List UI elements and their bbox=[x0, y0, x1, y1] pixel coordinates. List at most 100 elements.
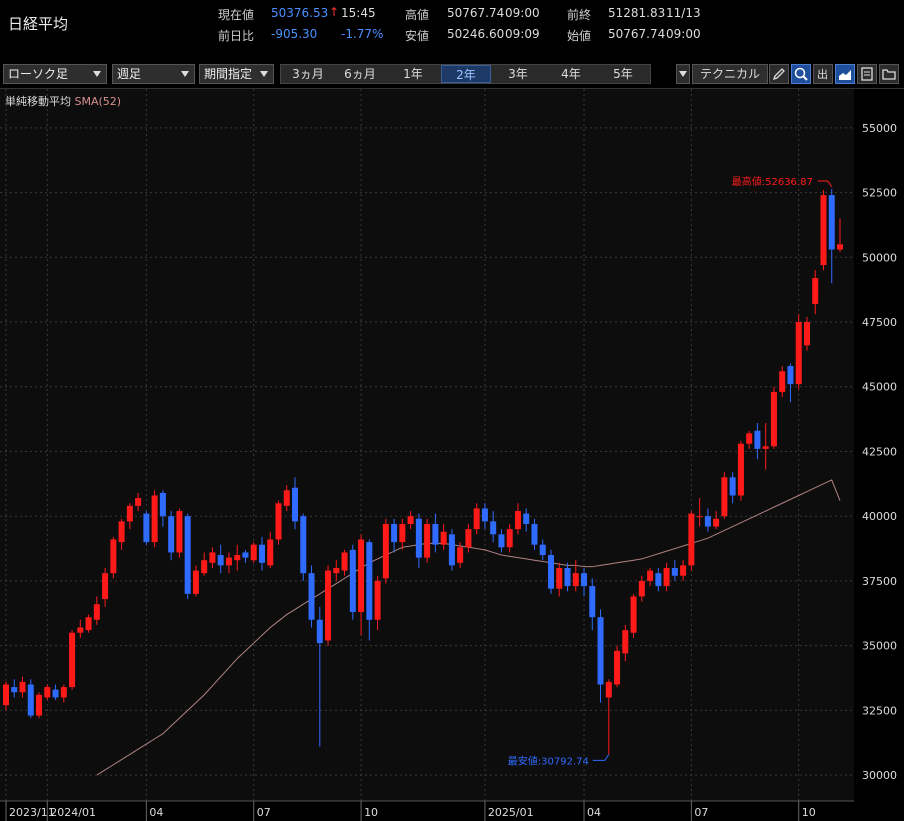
output-button[interactable]: 出 bbox=[813, 64, 833, 84]
candle bbox=[770, 386, 777, 449]
candle-body bbox=[11, 687, 18, 693]
chevron-down-icon bbox=[260, 71, 268, 77]
candle-body bbox=[217, 555, 224, 566]
y-tick-label: 42500 bbox=[862, 445, 897, 458]
candle-body bbox=[770, 391, 777, 447]
candle-body bbox=[762, 446, 769, 449]
period-2y[interactable]: 2年 bbox=[441, 65, 491, 83]
change-label: 前日比 bbox=[218, 29, 255, 43]
candle-body bbox=[696, 516, 703, 518]
area-chart-button[interactable] bbox=[835, 64, 855, 84]
candle-body bbox=[143, 513, 150, 543]
y-tick-label: 47500 bbox=[862, 316, 897, 329]
candle-body bbox=[151, 495, 158, 543]
candle-body bbox=[69, 632, 76, 688]
x-tick-label: 2025/01 bbox=[488, 806, 534, 819]
candle-body bbox=[647, 570, 654, 581]
y-tick-label: 30000 bbox=[862, 769, 897, 782]
candle-body bbox=[349, 549, 356, 612]
open-value: 50767.74 bbox=[608, 27, 666, 41]
period-4y[interactable]: 4年 bbox=[547, 65, 595, 83]
y-tick-label: 55000 bbox=[862, 122, 897, 135]
zoom-icon bbox=[794, 67, 808, 81]
indicator-sma: SMA(52) bbox=[74, 95, 122, 108]
candle-body bbox=[787, 366, 794, 385]
y-tick-label: 45000 bbox=[862, 381, 897, 394]
candle bbox=[820, 189, 827, 271]
area-chart-icon bbox=[839, 70, 851, 80]
candle-body bbox=[481, 508, 488, 522]
candle bbox=[795, 314, 802, 390]
period-6m[interactable]: 6ヵ月 bbox=[336, 65, 384, 83]
y-tick-label: 50000 bbox=[862, 251, 897, 264]
period-3y[interactable]: 3年 bbox=[494, 65, 542, 83]
output-icon: 出 bbox=[817, 67, 828, 81]
technical-button[interactable]: テクニカル bbox=[692, 64, 768, 84]
candle-body bbox=[556, 567, 563, 589]
candle-body bbox=[671, 567, 678, 576]
period-5y[interactable]: 5年 bbox=[599, 65, 647, 83]
candle-body bbox=[407, 516, 414, 524]
candle-body bbox=[225, 557, 232, 566]
candle-body bbox=[754, 430, 761, 449]
candle bbox=[424, 518, 431, 563]
chart-type-select[interactable]: ローソク足 bbox=[3, 64, 107, 84]
period-3m[interactable]: 3ヵ月 bbox=[284, 65, 332, 83]
candle-body bbox=[713, 518, 720, 527]
low-time: 09:09 bbox=[505, 27, 540, 41]
pencil-button[interactable] bbox=[769, 64, 789, 84]
x-axis: 2023/112024/01 04 07 10 2025/01 04 07 10 bbox=[0, 800, 854, 821]
candle-body bbox=[242, 552, 249, 558]
candle-body bbox=[614, 650, 621, 685]
candle bbox=[300, 513, 307, 581]
candle bbox=[308, 565, 315, 628]
candle bbox=[250, 542, 257, 563]
period-1y[interactable]: 1年 bbox=[389, 65, 437, 83]
svg-text:出: 出 bbox=[817, 67, 828, 81]
current-time: 15:45 bbox=[341, 6, 376, 20]
x-tick-label: 10 bbox=[802, 806, 816, 819]
x-tick-label: 2023/11 bbox=[9, 806, 55, 819]
candle bbox=[382, 518, 389, 584]
chart-type-value: ローソク足 bbox=[8, 67, 69, 81]
open-time: 09:00 bbox=[666, 27, 701, 41]
current-label: 現在値 bbox=[218, 8, 255, 22]
candle-body bbox=[597, 617, 604, 685]
candle bbox=[27, 679, 34, 719]
candle-body bbox=[102, 573, 109, 600]
candle-body bbox=[795, 322, 802, 385]
candle-body bbox=[539, 544, 546, 556]
prev-close-date: 11/13 bbox=[666, 6, 701, 20]
candle-body bbox=[135, 498, 142, 506]
candle-body bbox=[424, 523, 431, 558]
chevron-down-icon bbox=[93, 71, 101, 77]
candle-body bbox=[325, 570, 332, 641]
candlestick-chart[interactable]: 30000 32500 35000 37500 40000 42500 45000 47500… bbox=[0, 89, 904, 821]
range-mode-select[interactable]: 期間指定 bbox=[199, 64, 274, 84]
candle-body bbox=[729, 477, 736, 496]
candle-body bbox=[531, 523, 538, 545]
chevron-down-icon bbox=[181, 71, 189, 77]
change-percent: -1.77% bbox=[341, 27, 384, 41]
candle-body bbox=[803, 322, 810, 346]
save-button[interactable] bbox=[857, 64, 877, 84]
indicator-name: 単純移動平均 bbox=[5, 95, 71, 108]
candle-body bbox=[498, 534, 505, 548]
folder-button[interactable] bbox=[879, 64, 899, 84]
interval-select[interactable]: 週足 bbox=[112, 64, 195, 84]
y-tick-label: 52500 bbox=[862, 187, 897, 200]
candle-body bbox=[292, 487, 299, 522]
candle-body bbox=[333, 567, 340, 574]
candle-body bbox=[440, 531, 447, 545]
candle bbox=[85, 614, 92, 633]
candle-body bbox=[399, 523, 406, 543]
instrument-title: 日経平均 bbox=[8, 15, 69, 33]
high-value: 50767.74 bbox=[447, 6, 505, 20]
candle bbox=[737, 441, 744, 501]
candle bbox=[721, 472, 728, 519]
x-tick-label: 07 bbox=[694, 806, 708, 819]
high-label: 高値 bbox=[405, 8, 430, 22]
zoom-button[interactable] bbox=[791, 64, 811, 84]
candle-body bbox=[77, 627, 84, 633]
technical-dropdown-button[interactable] bbox=[676, 64, 690, 84]
